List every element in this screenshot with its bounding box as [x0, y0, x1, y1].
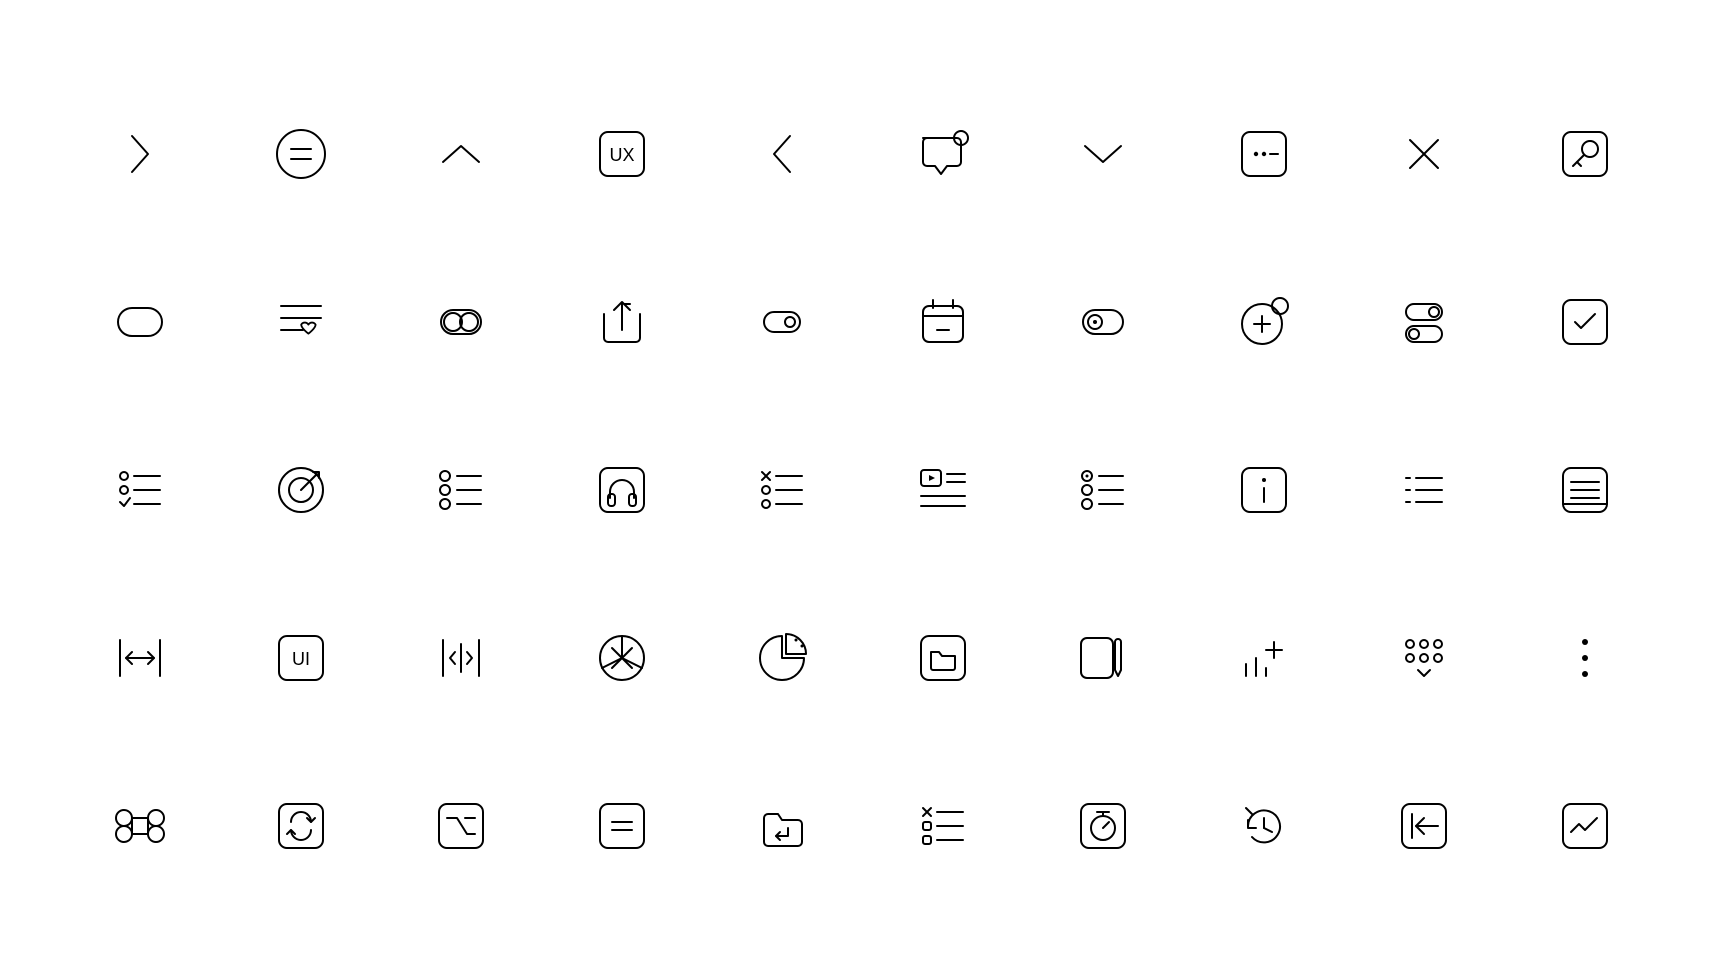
share-box-icon	[542, 238, 703, 406]
repeat-box-icon	[221, 742, 382, 910]
history-icon	[1184, 742, 1345, 910]
add-notification-circle-icon	[1184, 238, 1345, 406]
enter-folder-icon	[702, 742, 863, 910]
calendar-remove-icon	[863, 238, 1024, 406]
chevron-right-icon	[60, 70, 221, 238]
timer-box-icon	[1023, 742, 1184, 910]
password-box-icon	[1184, 70, 1345, 238]
remove-list-icon	[702, 406, 863, 574]
pie-chart-icon	[702, 574, 863, 742]
target-icon	[221, 406, 382, 574]
key-box-icon	[1505, 70, 1666, 238]
favorite-list-icon	[221, 238, 382, 406]
more-vertical-icon	[1505, 574, 1666, 742]
toggle-dot-icon	[1023, 238, 1184, 406]
text-box-icon	[1505, 406, 1666, 574]
chevron-up-icon	[381, 70, 542, 238]
radio-list-icon	[1023, 406, 1184, 574]
toggle-double-icon	[60, 238, 221, 406]
checklist-icon	[60, 406, 221, 574]
aperture-circle-icon	[542, 574, 703, 742]
dual-toggle-icon	[1344, 238, 1505, 406]
edit-panel-icon	[1023, 574, 1184, 742]
checkbox-icon	[1505, 238, 1666, 406]
icon-grid: UX	[0, 0, 1725, 980]
chat-notification-icon	[863, 70, 1024, 238]
trend-box-icon	[1505, 742, 1666, 910]
folder-box-icon	[863, 574, 1024, 742]
command-icon	[60, 742, 221, 910]
ux-label: UX	[609, 145, 634, 165]
toggle-pair-icon	[381, 238, 542, 406]
ui-label: UI	[292, 649, 310, 669]
code-split-icon	[381, 574, 542, 742]
headphones-box-icon	[542, 406, 703, 574]
equals-circle-icon	[221, 70, 382, 238]
chevron-left-icon	[702, 70, 863, 238]
width-constrain-icon	[60, 574, 221, 742]
menu-lines-icon	[1344, 406, 1505, 574]
equals-box-icon	[542, 742, 703, 910]
task-list-icon	[863, 742, 1024, 910]
ui-box-icon: UI	[221, 574, 382, 742]
toggle-on-icon	[702, 238, 863, 406]
option-key-box-icon	[381, 742, 542, 910]
bullet-list-icon	[381, 406, 542, 574]
chevron-down-icon	[1023, 70, 1184, 238]
ux-box-icon: UX	[542, 70, 703, 238]
dialpad-icon	[1344, 574, 1505, 742]
info-box-icon	[1184, 406, 1345, 574]
video-text-icon	[863, 406, 1024, 574]
back-box-icon	[1344, 742, 1505, 910]
close-icon	[1344, 70, 1505, 238]
add-chart-icon	[1184, 574, 1345, 742]
